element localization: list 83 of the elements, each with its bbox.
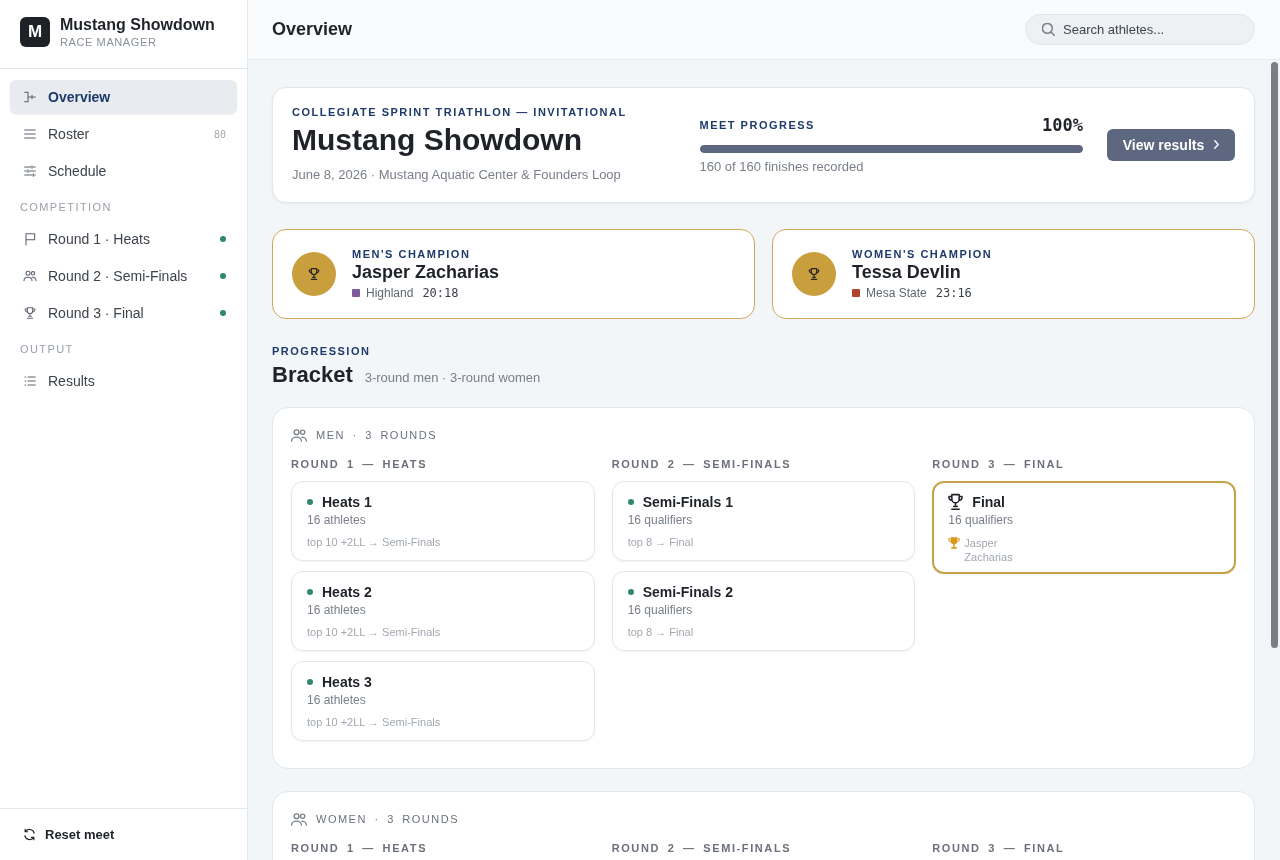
chevron-right-icon: [1214, 140, 1220, 149]
progress-label: MEET PROGRESS: [699, 117, 815, 132]
race-title: Heats 3: [322, 673, 372, 691]
event-details: June 8, 2026 · Mustang Aquatic Center & Founders Loop: [292, 166, 621, 184]
race-note: top 8 → Final: [627, 536, 694, 548]
race-card[interactable]: Heats 3 16 athletes top 10 +2LL → Semi-Finals: [291, 661, 595, 741]
people-icon: [291, 812, 307, 826]
race-note: top 8 → Final: [627, 626, 694, 638]
round-label: ROUND 2 — SEMI-FINALS: [611, 842, 792, 854]
bracket-icon: [22, 89, 38, 105]
race-card[interactable]: Semi-Finals 1 16 qualifiers top 8 → Final: [611, 481, 916, 561]
roster-count: 80: [213, 128, 226, 140]
finish-time: 20:18: [422, 285, 459, 301]
race-title: Semi-Finals 1: [642, 493, 733, 511]
lines-icon: [22, 126, 38, 142]
trophy-icon: [792, 252, 836, 296]
race-count: 16 athletes: [307, 693, 366, 707]
race-card[interactable]: Heats 2 16 athletes top 10 +2LL → Semi-Finals: [291, 571, 595, 651]
race-title: Final: [972, 493, 1005, 511]
race-title: Semi-Finals 2: [642, 583, 733, 601]
view-results-button[interactable]: View results: [1107, 128, 1235, 161]
finish-time: 23:16: [935, 285, 972, 301]
nav-item[interactable]: Roster 80: [10, 117, 237, 151]
round-label: ROUND 2 — SEMI-FINALS: [611, 458, 792, 470]
section-heading: OUTPUT: [20, 342, 74, 356]
nav-item[interactable]: Overview: [10, 80, 237, 114]
section-title: Bracket: [272, 361, 353, 389]
round-label: ROUND 1 — HEATS: [291, 458, 428, 470]
race-note: top 10 +2LL → Semi-Finals: [307, 716, 441, 728]
race-title: Heats 1: [322, 493, 372, 511]
champion-label: WOMEN'S CHAMPION: [852, 247, 993, 261]
page-title: Overview: [272, 19, 353, 40]
round-label: ROUND 3 — FINAL: [932, 458, 1065, 470]
race-count: 16 qualifiers: [627, 603, 693, 617]
search-icon: [1042, 23, 1055, 36]
people-icon: [291, 428, 307, 442]
nav-item[interactable]: Round 2 · Semi-Finals: [10, 259, 237, 293]
trophy-icon: [948, 494, 964, 510]
search-field[interactable]: Search athletes...: [1025, 14, 1255, 45]
progress-reading: 100%: [1042, 113, 1083, 136]
reset-button[interactable]: Reset meet: [14, 823, 123, 846]
champion-label: MEN'S CHAMPION: [352, 247, 471, 261]
nav-item[interactable]: Round 1 · Heats: [10, 222, 237, 256]
refresh-icon: [22, 827, 37, 842]
race-count: 16 athletes: [307, 603, 366, 617]
section-heading: COMPETITION: [20, 200, 112, 214]
team-name: Mesa State: [866, 285, 927, 301]
bracket-title: MEN · 3 ROUNDS: [316, 428, 438, 442]
event-eyebrow: COLLEGIATE SPRINT TRIATHLON — INVITATIONAL: [292, 105, 627, 119]
trophy-icon: [22, 305, 38, 321]
race-count: 16 athletes: [307, 513, 366, 527]
app-title: Mustang Showdown: [60, 15, 215, 34]
champion-name: Jasper Zacharias: [352, 261, 500, 283]
section-subtitle: 3-round men · 3-round women: [364, 370, 541, 385]
team-name: Highland: [366, 285, 414, 301]
section-eyebrow: PROGRESSION: [272, 345, 371, 357]
race-count: 16 qualifiers: [627, 513, 693, 527]
people-icon: [22, 268, 38, 284]
nav-item[interactable]: Schedule: [10, 154, 237, 188]
nav-item[interactable]: Results: [10, 364, 237, 398]
flag-icon: [22, 231, 38, 247]
champion-name: Tessa Devlin: [852, 261, 961, 283]
sliders-icon: [22, 163, 38, 179]
list-icon: [22, 373, 38, 389]
trophy-icon: [292, 252, 336, 296]
trophy-icon: [948, 537, 961, 549]
final-card[interactable]: Final 16 qualifiers Jasper Zacharias: [932, 481, 1236, 574]
round-label: ROUND 3 — FINAL: [932, 842, 1065, 854]
race-title: Heats 2: [322, 583, 372, 601]
bracket-title: WOMEN · 3 ROUNDS: [316, 812, 459, 826]
scrollbar-thumb[interactable]: [1271, 62, 1278, 648]
race-note: top 10 +2LL → Semi-Finals: [307, 626, 441, 638]
app-subtitle: RACE MANAGER: [60, 35, 158, 49]
winner-name: Jasper Zacharias: [964, 536, 1014, 564]
race-count: 16 qualifiers: [948, 513, 1014, 527]
race-card[interactable]: Heats 1 16 athletes top 10 +2LL → Semi-Finals: [291, 481, 595, 561]
progress-caption: 160 of 160 finishes recorded: [699, 157, 864, 176]
round-label: ROUND 1 — HEATS: [291, 842, 428, 854]
race-note: top 10 +2LL → Semi-Finals: [307, 536, 441, 548]
app-logo: M: [20, 17, 50, 47]
race-card[interactable]: Semi-Finals 2 16 qualifiers top 8 → Final: [611, 571, 916, 651]
event-title: Mustang Showdown: [292, 122, 582, 158]
nav-item[interactable]: Round 3 · Final: [10, 296, 237, 330]
